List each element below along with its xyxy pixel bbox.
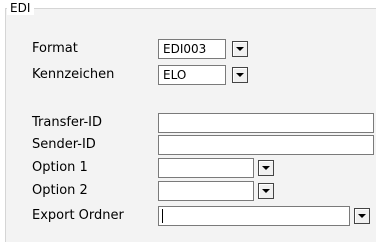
kennzeichen-field[interactable]: ELO — [158, 65, 226, 85]
export-ordner-dropdown-button[interactable] — [354, 208, 370, 224]
text-cursor — [162, 209, 163, 223]
sender-id-label: Sender-ID — [32, 137, 96, 152]
chevron-down-icon — [358, 214, 366, 218]
format-field[interactable]: EDI003 — [158, 39, 226, 59]
option1-field[interactable] — [158, 158, 254, 178]
sender-id-input[interactable] — [158, 135, 374, 155]
export-ordner-label: Export Ordner — [32, 208, 124, 223]
kennzeichen-label: Kennzeichen — [32, 67, 115, 82]
format-dropdown-button[interactable] — [232, 41, 248, 57]
chevron-down-icon — [236, 47, 244, 51]
edi-group-title: EDI — [7, 1, 35, 15]
option2-label: Option 2 — [32, 183, 88, 198]
format-label: Format — [32, 41, 78, 56]
transfer-id-label: Transfer-ID — [32, 115, 102, 130]
option1-label: Option 1 — [32, 160, 88, 175]
chevron-down-icon — [262, 166, 270, 170]
chevron-down-icon — [236, 73, 244, 77]
export-ordner-field[interactable] — [158, 206, 350, 226]
option1-dropdown-button[interactable] — [258, 160, 274, 176]
chevron-down-icon — [262, 189, 270, 193]
option2-dropdown-button[interactable] — [258, 183, 274, 199]
transfer-id-input[interactable] — [158, 113, 374, 133]
kennzeichen-dropdown-button[interactable] — [232, 67, 248, 83]
option2-field[interactable] — [158, 181, 254, 201]
